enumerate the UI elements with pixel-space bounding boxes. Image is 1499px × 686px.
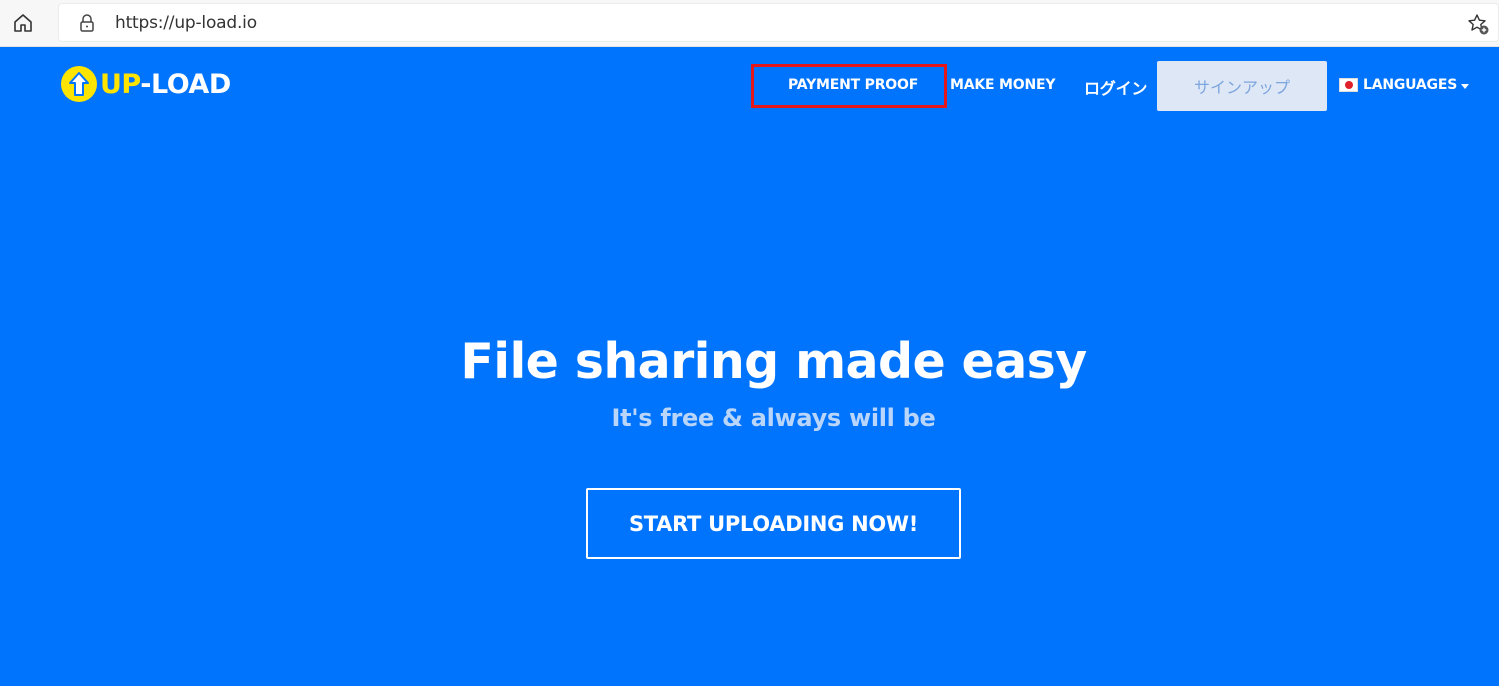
hero-title: File sharing made easy <box>460 333 1087 390</box>
nav-login[interactable]: ログイン <box>1084 75 1147 99</box>
start-uploading-button[interactable]: START UPLOADING NOW! <box>586 488 961 559</box>
logo-text-load: -LOAD <box>140 68 231 100</box>
upload-arrow-icon <box>61 66 97 102</box>
languages-label: LANGUAGES <box>1363 77 1458 93</box>
address-bar[interactable]: https://up-load.io <box>58 3 1499 42</box>
home-icon <box>14 14 32 32</box>
languages-dropdown[interactable]: LANGUAGES <box>1339 77 1470 93</box>
url-text[interactable]: https://up-load.io <box>115 13 257 33</box>
logo-text: UP-LOAD <box>100 69 231 100</box>
nav-payment-proof[interactable]: PAYMENT PROOF <box>788 77 918 93</box>
home-button[interactable] <box>10 10 36 36</box>
site-logo[interactable]: UP-LOAD <box>61 65 231 103</box>
hero-subtitle: It's free & always will be <box>611 404 936 432</box>
nav-make-money[interactable]: MAKE MONEY <box>950 77 1056 93</box>
signup-button[interactable]: サインアップ <box>1157 61 1327 111</box>
logo-text-up: UP <box>100 68 141 100</box>
star-add-icon[interactable] <box>1466 12 1490 36</box>
lock-icon <box>79 13 95 33</box>
caret-down-icon <box>1461 83 1470 89</box>
browser-toolbar: https://up-load.io <box>0 0 1499 47</box>
japan-flag-icon <box>1339 78 1358 92</box>
